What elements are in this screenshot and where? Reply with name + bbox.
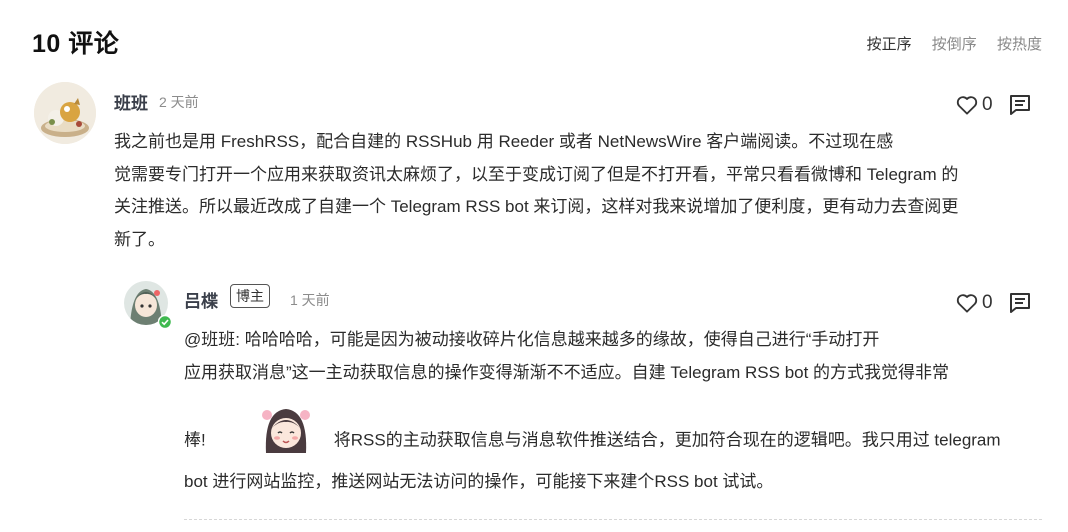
comment-bubble-icon [1009,95,1030,115]
like-count: 0 [982,292,993,313]
anime-girl-sticker-icon [258,401,314,457]
sort-ascending-button[interactable]: 按正序 [867,36,912,53]
comment-line: 我之前也是用 FreshRSS，配合自建的 RSSHub 用 Reeder 或者… [114,132,894,151]
divider [184,519,1042,520]
like-count: 0 [982,94,993,115]
heart-outline-icon [956,96,978,115]
like-button[interactable]: 0 [956,94,993,116]
reply-button[interactable] [1009,292,1031,314]
comment-line: @班班: 哈哈哈哈，可能是因为被动接收碎片化信息越来越多的缘故，使得自己进行“手… [184,330,880,349]
sort-popular-button[interactable]: 按热度 [997,36,1042,53]
comment-time: 1 天前 [290,292,330,308]
comments-title: 10 评论 [32,30,120,58]
online-status-icon [158,315,172,329]
comment-author[interactable]: 吕楪 [184,287,218,312]
heart-outline-icon [956,294,978,313]
comment-time: 2 天前 [159,94,199,110]
avatar[interactable] [34,82,96,144]
author-badge: 博主 [230,284,270,308]
comment-actions: 0 [956,292,1031,314]
comment-line: bot 进行网站监控，推送网站无法访问的操作，可能接下来建个RSS bot 试试… [184,472,774,491]
sort-options: 按正序 按倒序 按热度 [851,33,1042,54]
comment-text: 将RSS的主动获取信息与消息软件推送结合，更加符合现在的逻辑吧。我只用过 tel… [333,430,1001,450]
comment-line: 棒! 将RSS的主动获取信息与消息软件推送结合，更加符合现在的逻辑吧。我只用过 … [184,409,1044,469]
sort-descending-button[interactable]: 按倒序 [932,36,977,53]
comment-text: 棒! [184,430,206,450]
avatar-wrapper [124,281,174,331]
comment-body: 我之前也是用 FreshRSS，配合自建的 RSSHub 用 Reeder 或者… [114,126,1044,256]
comment-line: 觉需要专门打开一个应用来获取资讯太麻烦了，以至于变成订阅了但是不打开看，平常只看… [114,164,959,184]
comment-line: 新了。 [114,229,165,249]
comment-bubble-icon [1009,293,1030,313]
comment-line: 应用获取消息”这一主动获取信息的操作变得渐渐不不适应。自建 Telegram R… [184,362,950,382]
avatar-image [34,82,96,144]
comments-header: 10 评论 按正序 按倒序 按热度 [32,24,1042,60]
comment-actions: 0 [956,94,1031,116]
comment-line: 关注推送。所以最近改成了自建一个 Telegram RSS bot 来订阅，这样… [114,197,959,216]
comment-body: @班班: 哈哈哈哈，可能是因为被动接收碎片化信息越来越多的缘故，使得自己进行“手… [184,324,1044,499]
comment-author[interactable]: 班班 [114,89,148,114]
reply-button[interactable] [1009,94,1031,116]
like-button[interactable]: 0 [956,292,993,314]
